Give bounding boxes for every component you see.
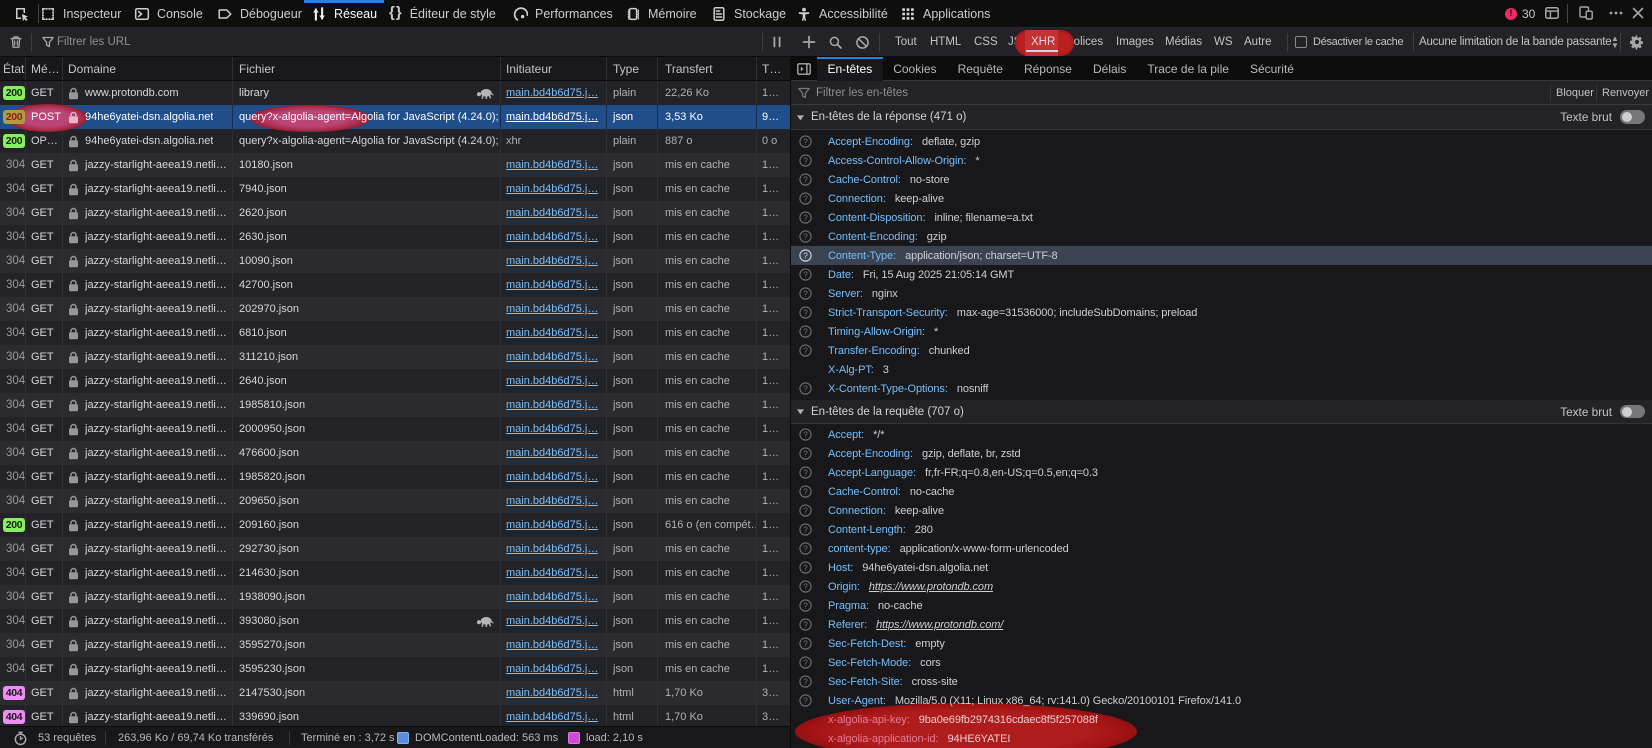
svg-text:?: ?: [803, 524, 808, 534]
svg-text:?: ?: [803, 136, 808, 146]
svg-text:?: ?: [803, 307, 808, 317]
svg-text:?: ?: [803, 212, 808, 222]
svg-text:?: ?: [803, 619, 808, 629]
svg-text:?: ?: [803, 467, 808, 477]
svg-text:?: ?: [803, 174, 808, 184]
svg-text:?: ?: [803, 676, 808, 686]
svg-text:?: ?: [803, 562, 808, 572]
svg-text:?: ?: [803, 448, 808, 458]
svg-text:?: ?: [803, 250, 808, 260]
svg-text:?: ?: [803, 288, 808, 298]
svg-text:?: ?: [803, 695, 808, 705]
svg-text:?: ?: [803, 429, 808, 439]
svg-text:?: ?: [803, 383, 808, 393]
svg-text:?: ?: [803, 505, 808, 515]
svg-text:?: ?: [803, 657, 808, 667]
svg-text:?: ?: [803, 581, 808, 591]
svg-text:?: ?: [803, 231, 808, 241]
svg-text:?: ?: [803, 326, 808, 336]
svg-text:?: ?: [803, 193, 808, 203]
svg-text:?: ?: [803, 269, 808, 279]
svg-text:?: ?: [803, 486, 808, 496]
svg-text:?: ?: [803, 345, 808, 355]
svg-text:?: ?: [803, 543, 808, 553]
svg-text:?: ?: [803, 600, 808, 610]
svg-text:?: ?: [803, 638, 808, 648]
svg-text:?: ?: [803, 155, 808, 165]
